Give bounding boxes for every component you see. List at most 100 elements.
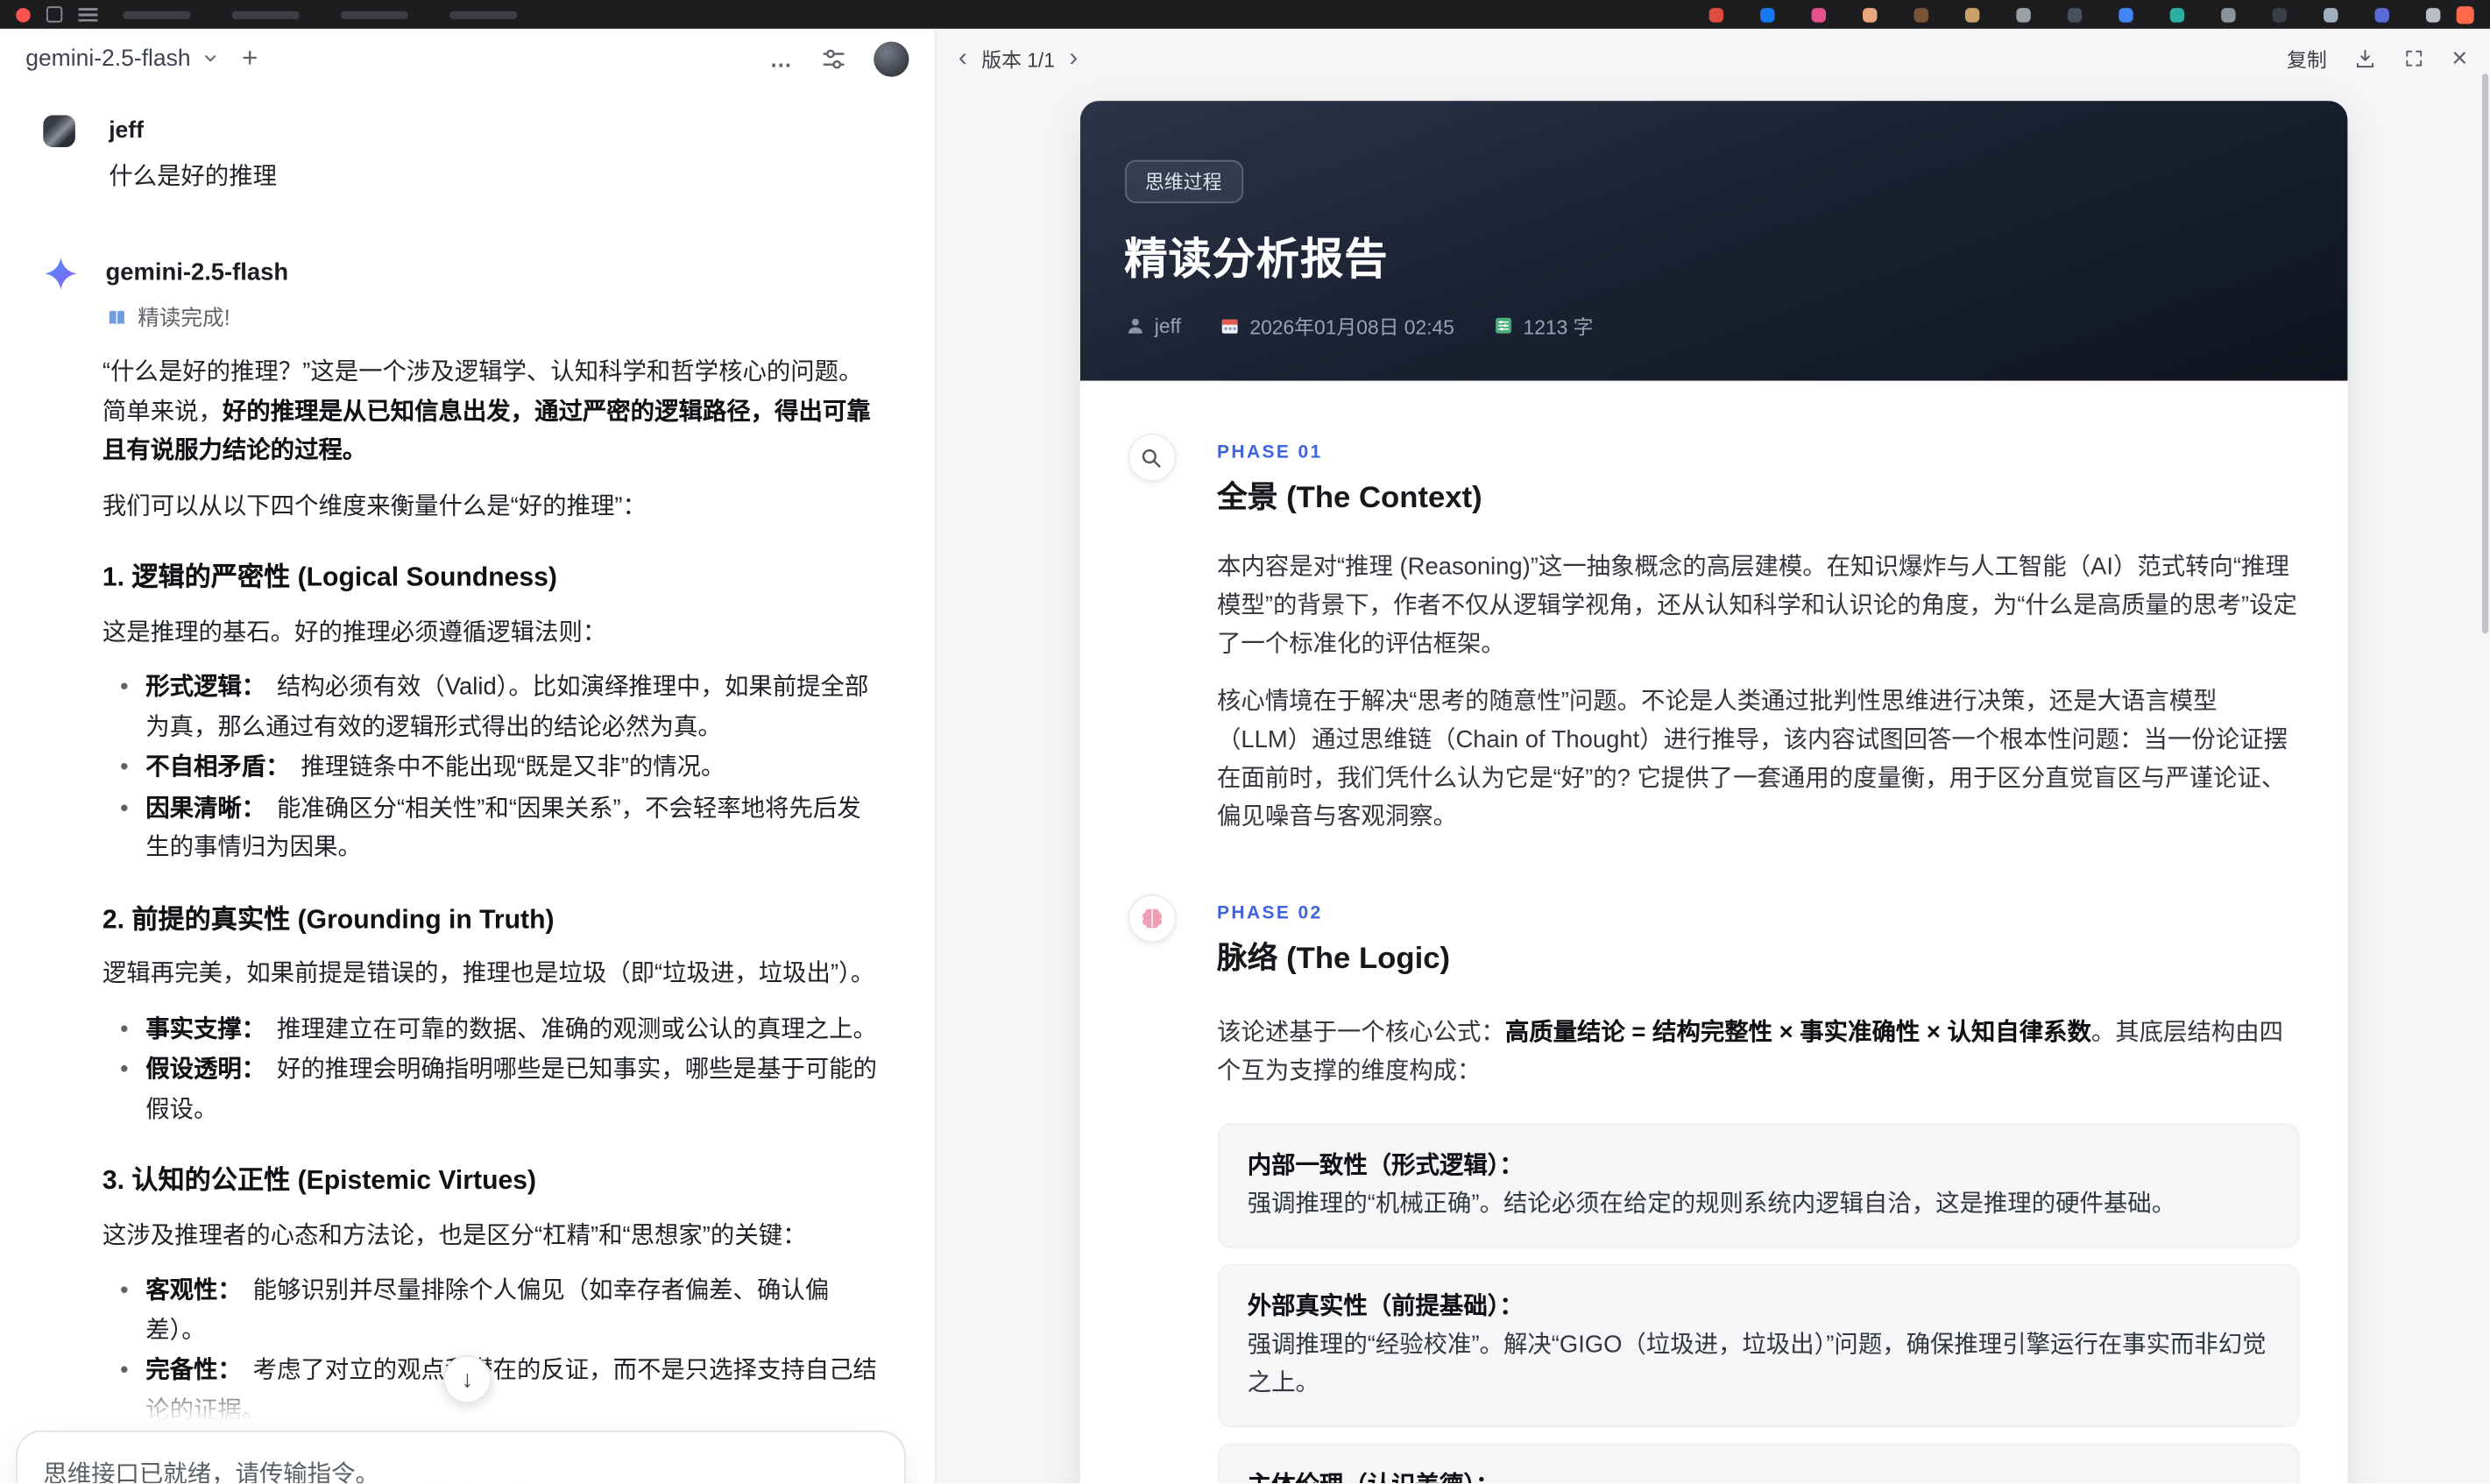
chat-scroll-area[interactable]: jeff 什么是好的推理 gemini-2.5-flash 精读完成! “什么是… [0, 88, 935, 1483]
app-window: gemini-2.5-flash + … jeff 什么是好的推理 gemini… [0, 28, 2490, 1484]
extension-icon[interactable] [2425, 7, 2441, 22]
message-composer[interactable]: 思维接口已就绪，请传输指令。 + [16, 1430, 906, 1484]
model-message-author: gemini-2.5-flash [105, 258, 289, 286]
more-options-icon[interactable]: … [770, 46, 794, 71]
tune-icon[interactable] [821, 46, 846, 71]
bookmark-item[interactable] [449, 10, 517, 19]
extension-icon[interactable] [2374, 7, 2389, 22]
reading-status: 精读完成! [106, 299, 881, 338]
book-icon [109, 310, 124, 325]
model-message: gemini-2.5-flash 精读完成! “什么是好的推理？”这是一个涉及逻… [43, 254, 880, 1483]
extension-icon[interactable] [2169, 7, 2185, 22]
arrow-down-icon: ↓ [461, 1365, 474, 1393]
report-body: PHASE 01 全景 (The Context) 本内容是对“推理 (Reas… [1079, 380, 2347, 1484]
list-item: 形式逻辑：结构必须有效（Valid）。比如演绎推理中，如果前提全部为真，那么通过… [103, 668, 881, 746]
extension-icon[interactable] [1964, 7, 1980, 22]
report-badge: 思维过程 [1124, 159, 1243, 203]
reading-status-text: 精读完成! [138, 304, 230, 329]
phase-title: 脉络 (The Logic) [1217, 942, 1451, 977]
chat-header: gemini-2.5-flash + … [0, 29, 935, 88]
phase-paragraph: 核心情境在于解决“思考的随意性”问题。不论是人类通过批判性思维进行决策，还是大语… [1217, 688, 2288, 830]
report-header: 思维过程 精读分析报告 jeff 2026年01月08日 02:45 1213 … [1079, 101, 2347, 381]
principle-box: 内部一致性（形式逻辑）： 强调推理的“机械正确”。结论必须在给定的规则系统内逻辑… [1217, 1123, 2299, 1248]
new-chat-button[interactable]: + [242, 45, 258, 72]
list-item: 客观性：能够识别并尽量排除个人偏见（如幸存者偏差、确认偏差）。 [103, 1272, 881, 1350]
browser-action-icon[interactable] [2456, 5, 2474, 24]
abacus-icon [1495, 317, 1511, 334]
model-selector[interactable]: gemini-2.5-flash [25, 46, 219, 71]
user-avatar[interactable] [874, 40, 909, 76]
report-title: 精读分析报告 [1124, 235, 1389, 284]
extension-icon[interactable] [1811, 7, 1827, 22]
phase-paragraph: 本内容是对“推理 (Reasoning)”这一抽象概念的高层建模。在知识爆炸与人… [1217, 553, 2297, 658]
list-item: 不自相矛盾：推理链条中不能出现“既是又非”的情况。 [103, 749, 881, 788]
section-lead: 这涉及推理者的心态和方法论，也是区分“杠精”和“思想家”的关键： [102, 1221, 807, 1249]
user-message-avatar [43, 115, 75, 148]
search-icon [1142, 448, 1161, 467]
extension-icon[interactable] [2221, 7, 2236, 22]
scrollbar-thumb[interactable] [2481, 74, 2489, 634]
extension-icon[interactable] [2067, 7, 2083, 22]
phase-tag: PHASE 02 [1217, 903, 1323, 923]
next-version-button[interactable]: › [1069, 45, 1078, 71]
extension-icon[interactable] [1760, 7, 1775, 22]
browser-toolbar [0, 0, 2490, 29]
bookmark-item[interactable] [231, 10, 300, 19]
artifact-toolbar: ‹ 版本 1/1 › 复制 × [936, 29, 2490, 88]
extension-icon[interactable] [2272, 7, 2288, 22]
principle-box: 主体伦理（认识美德）： 转向推理者的心理特征。引入奥卡姆剃刀和反向论证，旨在克服… [1217, 1443, 2299, 1484]
list-item: 假设透明：好的推理会明确指明哪些是已知事实，哪些是基于可能的假设。 [103, 1051, 881, 1129]
prev-version-button[interactable]: ‹ [959, 45, 967, 71]
intro-paragraph: “什么是好的推理？”这是一个涉及逻辑学、认知科学和哲学核心的问题。简单来说，好的… [102, 358, 871, 464]
window-close-button[interactable] [16, 7, 31, 22]
bookmarks-bar [123, 10, 517, 19]
calendar-icon [1221, 319, 1238, 334]
version-navigator: ‹ 版本 1/1 › [959, 43, 1078, 74]
report-card: 思维过程 精读分析报告 jeff 2026年01月08日 02:45 1213 … [1079, 101, 2347, 1484]
phase2-icon-circle [1127, 894, 1176, 943]
extension-icon[interactable] [2324, 7, 2338, 22]
phase-title: 全景 (The Context) [1217, 481, 1482, 516]
tab-grid-icon[interactable] [46, 6, 63, 23]
model-selector-label: gemini-2.5-flash [25, 46, 191, 72]
fullscreen-icon[interactable] [2403, 48, 2424, 69]
close-icon[interactable]: × [2451, 45, 2467, 72]
section-heading: 3. 认知的公正性 (Epistemic Virtues) [102, 1166, 537, 1196]
brain-icon [1142, 908, 1162, 929]
chevron-down-icon [205, 55, 216, 62]
phase-section-1: PHASE 01 全景 (The Context) 本内容是对“推理 (Reas… [1127, 433, 2299, 837]
report-meta: jeff 2026年01月08日 02:45 1213 字 [1124, 310, 2302, 341]
section-heading: 2. 前提的真实性 (Grounding in Truth) [102, 904, 555, 934]
bookmark-item[interactable] [123, 10, 191, 19]
list-item: 事实支撑：推理建立在可靠的数据、准确的观测或公认的真理之上。 [103, 1010, 881, 1049]
extension-icon[interactable] [2119, 7, 2133, 22]
formula-paragraph: 该论述基于一个核心公式：高质量结论 = 结构完整性 × 事实准确性 × 认知自律… [1217, 1019, 2284, 1085]
meta-word-count: 1213 字 [1493, 310, 1593, 341]
extension-icon[interactable] [1863, 7, 1878, 22]
bullet-list: 事实支撑：推理建立在可靠的数据、准确的观测或公认的真理之上。 假设透明：好的推理… [103, 1010, 881, 1129]
overview-paragraph: 我们可以从以下四个维度来衡量什么是“好的推理”： [102, 491, 647, 519]
copy-button[interactable]: 复制 [2287, 43, 2327, 74]
section-lead: 这是推理的基石。好的推理必须遵循逻辑法则： [102, 618, 607, 646]
bullet-list: 形式逻辑：结构必须有效（Valid）。比如演绎推理中，如果前提全部为真，那么通过… [103, 668, 881, 867]
principle-box: 外部真实性（前提基础）： 强调推理的“经验校准”。解决“GIGO（垃圾进，垃圾出… [1217, 1263, 2299, 1428]
phase-section-2: PHASE 02 脉络 (The Logic) 该论述基于一个核心公式：高质量结… [1127, 894, 2299, 1484]
scroll-to-bottom-button[interactable]: ↓ [442, 1355, 492, 1403]
meta-author: jeff [1124, 314, 1181, 336]
artifact-panel: ‹ 版本 1/1 › 复制 × 思维过程 精读分析报告 jeff 2026年01… [936, 28, 2490, 1484]
menu-icon[interactable] [78, 7, 98, 22]
user-message-author: jeff [109, 118, 144, 145]
user-message: jeff 什么是好的推理 [43, 112, 880, 197]
list-item: 因果清晰：能准确区分“相关性”和“因果关系”，不会轻率地将先后发生的事情归为因果… [103, 789, 881, 867]
extension-icon[interactable] [1708, 7, 1724, 22]
bookmark-item[interactable] [341, 10, 408, 19]
download-icon[interactable] [2354, 47, 2377, 70]
phase1-icon-circle [1127, 433, 1176, 482]
composer-input[interactable]: 思维接口已就绪，请传输指令。 [43, 1456, 878, 1484]
extension-icon[interactable] [2016, 7, 2031, 22]
extension-icon[interactable] [1913, 7, 1928, 22]
meta-date: 2026年01月08日 02:45 [1220, 310, 1454, 341]
person-icon [1128, 318, 1142, 334]
screen: gemini-2.5-flash + … jeff 什么是好的推理 gemini… [0, 0, 2490, 1484]
version-label: 版本 1/1 [981, 49, 1055, 73]
